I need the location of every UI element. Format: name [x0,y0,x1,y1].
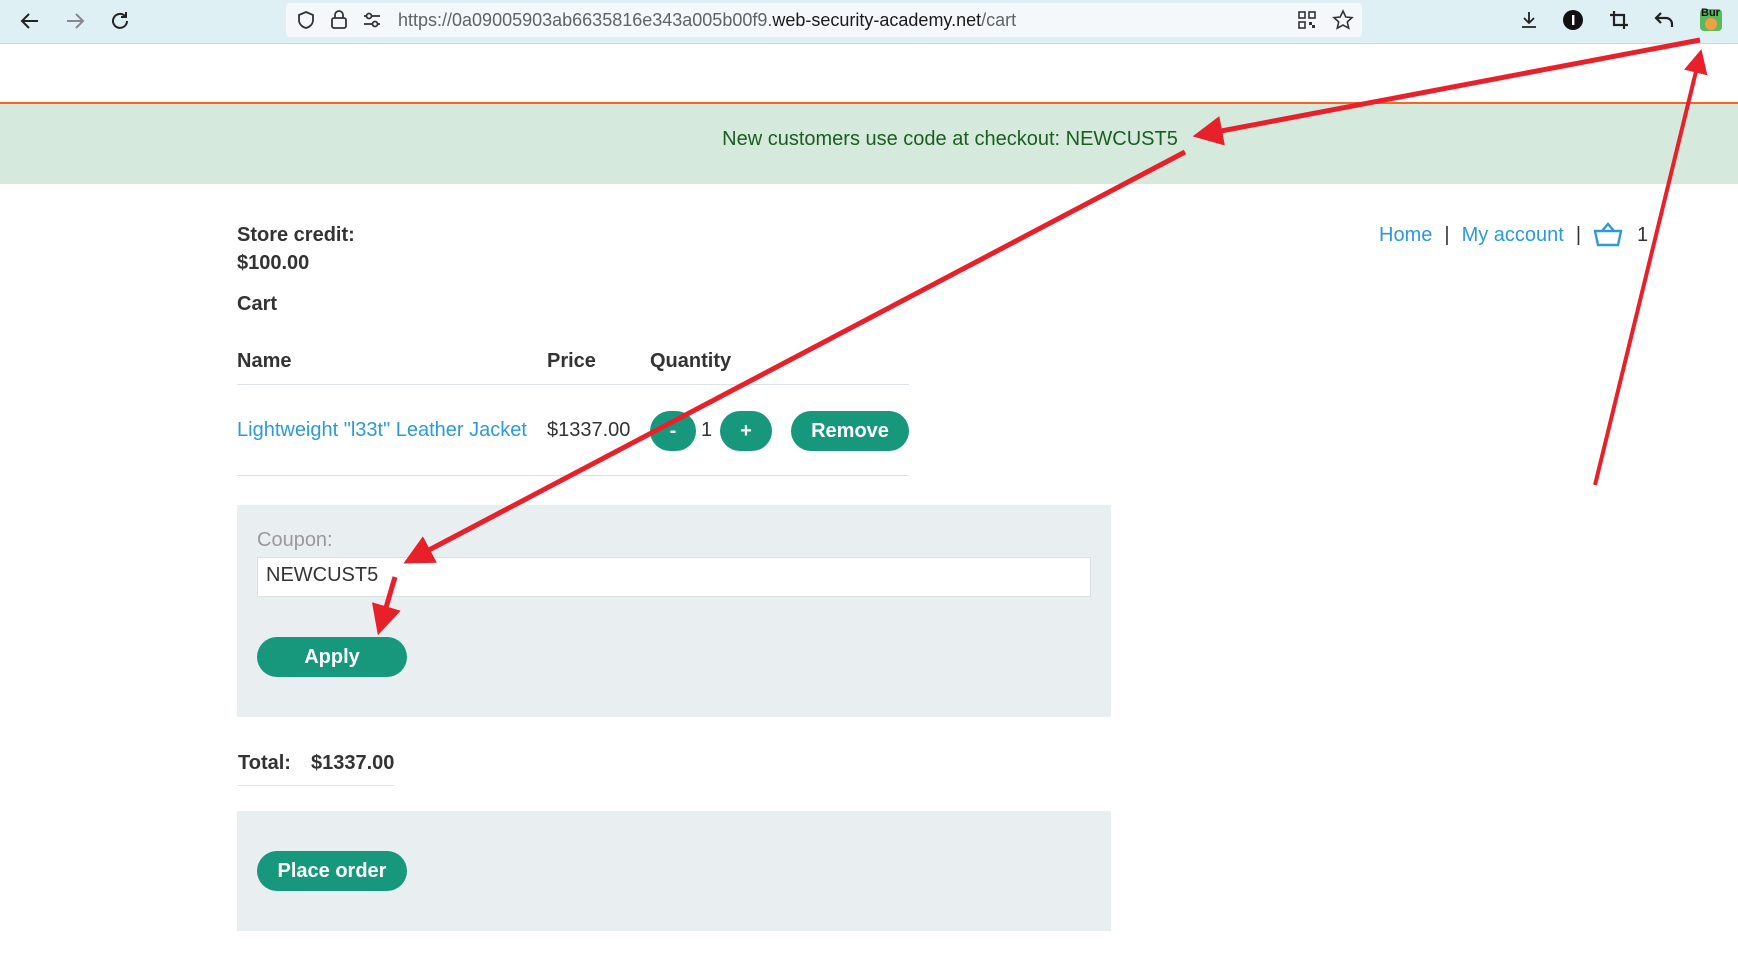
coupon-input[interactable]: NEWCUST5 [257,557,1091,597]
lock-icon [331,10,347,29]
apply-coupon-button[interactable]: Apply [257,637,407,677]
burp-extension-button[interactable]: Bur [1697,6,1725,34]
home-link[interactable]: Home [1379,224,1432,247]
shield-icon [298,11,314,29]
place-order-button[interactable]: Place order [257,851,407,891]
basket-icon [1593,222,1623,247]
column-header-price: Price [547,350,596,372]
crop-icon [1610,11,1628,29]
my-account-link[interactable]: My account [1462,224,1564,247]
row-divider [237,475,909,476]
total-row: Total: $1337.00 [238,752,395,786]
store-credit-label: Store credit: [237,224,355,246]
back-button[interactable] [15,6,45,36]
decrement-quantity-button[interactable]: - [650,411,696,451]
nav-separator: | [1444,223,1450,246]
arrow-to-coupon-input [403,149,1187,564]
increment-quantity-button[interactable]: + [720,411,772,451]
item-quantity: 1 [701,419,713,441]
browser-toolbar: https://0a09005903ab6635816e343a005b00f9… [0,0,1738,44]
column-header-name: Name [237,350,292,372]
total-label: Total: [238,752,291,774]
arrow-left-icon [20,13,38,29]
reload-icon [112,12,128,29]
star-bookmark-icon[interactable] [1332,9,1354,31]
total-value: $1337.00 [310,752,395,774]
url-text: https://0a09005903ab6635816e343a005b00f9… [398,10,1017,30]
store-credit-value: $100.00 [237,252,310,274]
address-bar[interactable]: https://0a09005903ab6635816e343a005b00f9… [286,3,1362,37]
column-header-quantity: Quantity [650,350,732,372]
forward-button[interactable] [60,6,90,36]
coupon-form: Coupon: NEWCUST5 Apply [237,505,1111,717]
cart-heading: Cart [237,293,278,315]
password-manager-button[interactable] [1559,6,1587,34]
notification-banner: New customers use code at checkout: NEWC… [0,104,1738,184]
header-divider [237,384,909,385]
reload-button[interactable] [105,6,135,36]
place-order-form: Place order [237,811,1111,931]
cart-count: 1 [1637,223,1649,246]
qr-code-icon[interactable] [1298,11,1316,29]
banner-text: New customers use code at checkout: NEWC… [722,128,1178,150]
download-button[interactable] [1515,6,1543,34]
site-settings-icon [364,12,380,28]
item-price: $1337.00 [547,419,631,441]
top-navigation: Home | My account | 1 [1379,222,1648,248]
cart-link[interactable]: 1 [1593,222,1648,248]
product-link[interactable]: Lightweight "l33t" Leather Jacket [237,419,527,442]
undo-button[interactable] [1650,6,1678,34]
remove-item-button[interactable]: Remove [791,411,909,451]
password-manager-icon [1563,10,1583,30]
coupon-label: Coupon: [257,529,333,551]
download-icon [1522,12,1536,28]
undo-icon [1654,12,1674,27]
extension-badge: Bur [1701,7,1720,19]
crop-button[interactable] [1605,6,1633,34]
nav-separator: | [1575,223,1582,246]
arrow-right-icon [67,13,85,29]
